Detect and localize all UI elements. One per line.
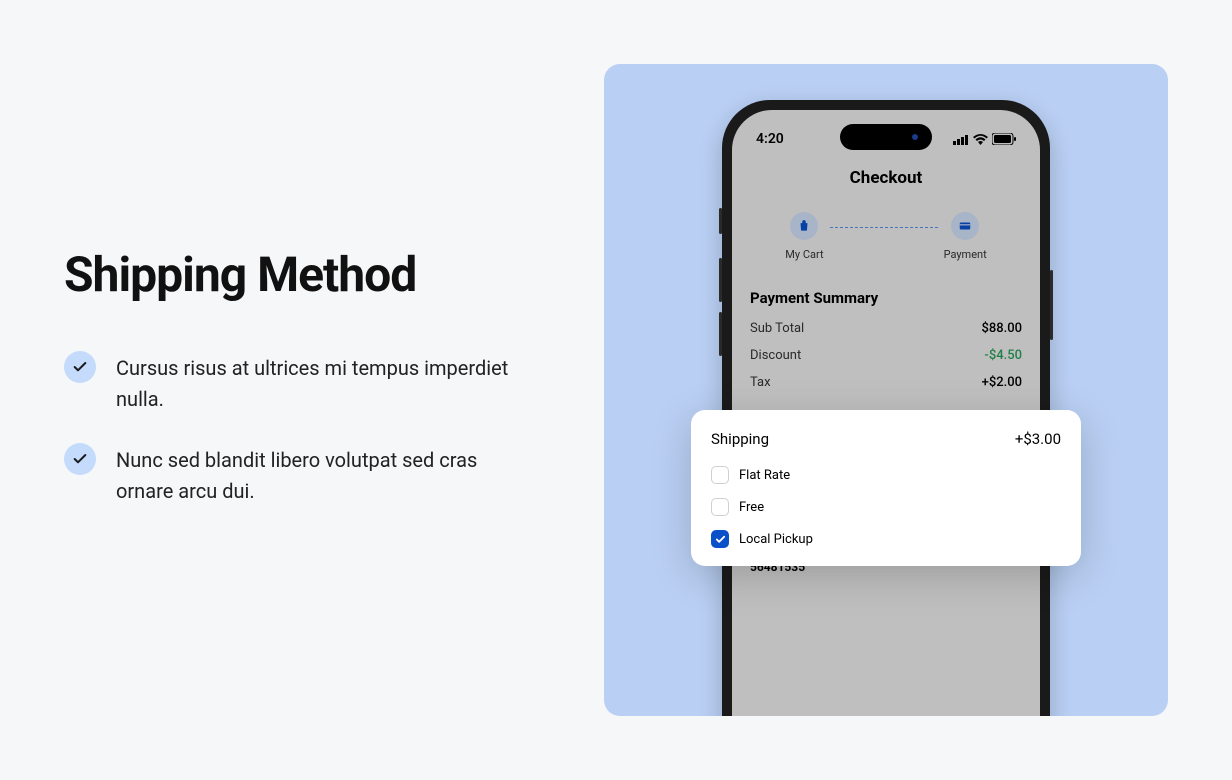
shipping-card-header: Shipping +$3.00 xyxy=(711,430,1061,448)
checkbox-unchecked-icon xyxy=(711,466,729,484)
check-icon xyxy=(64,443,96,475)
shipping-option-local-pickup[interactable]: Local Pickup xyxy=(711,530,1061,548)
feature-bullet: Cursus risus at ultrices mi tempus imper… xyxy=(64,351,564,415)
shipping-option-free[interactable]: Free xyxy=(711,498,1061,516)
phone-side-button xyxy=(719,258,722,302)
device-mockup-panel: 4:20 Checkout My Cart xyxy=(604,64,1168,716)
shipping-amount: +$3.00 xyxy=(1015,430,1061,448)
option-label: Local Pickup xyxy=(739,532,813,547)
dynamic-island xyxy=(840,124,932,150)
phone-side-button xyxy=(1050,270,1053,340)
feature-description-panel: Shipping Method Cursus risus at ultrices… xyxy=(64,246,604,535)
shipping-label: Shipping xyxy=(711,430,769,448)
phone-frame: 4:20 Checkout My Cart xyxy=(722,100,1050,716)
phone-side-button xyxy=(719,208,722,234)
phone-side-button xyxy=(719,312,722,356)
shipping-option-flat-rate[interactable]: Flat Rate xyxy=(711,466,1061,484)
bullet-text: Nunc sed blandit libero volutpat sed cra… xyxy=(116,443,516,507)
check-icon xyxy=(64,351,96,383)
checkbox-checked-icon xyxy=(711,530,729,548)
bullet-text: Cursus risus at ultrices mi tempus imper… xyxy=(116,351,516,415)
checkbox-unchecked-icon xyxy=(711,498,729,516)
shipping-method-card: Shipping +$3.00 Flat Rate Free Local Pic… xyxy=(691,410,1081,566)
option-label: Flat Rate xyxy=(739,468,790,483)
feature-bullet: Nunc sed blandit libero volutpat sed cra… xyxy=(64,443,564,507)
page-heading: Shipping Method xyxy=(64,246,564,303)
option-label: Free xyxy=(739,500,764,515)
